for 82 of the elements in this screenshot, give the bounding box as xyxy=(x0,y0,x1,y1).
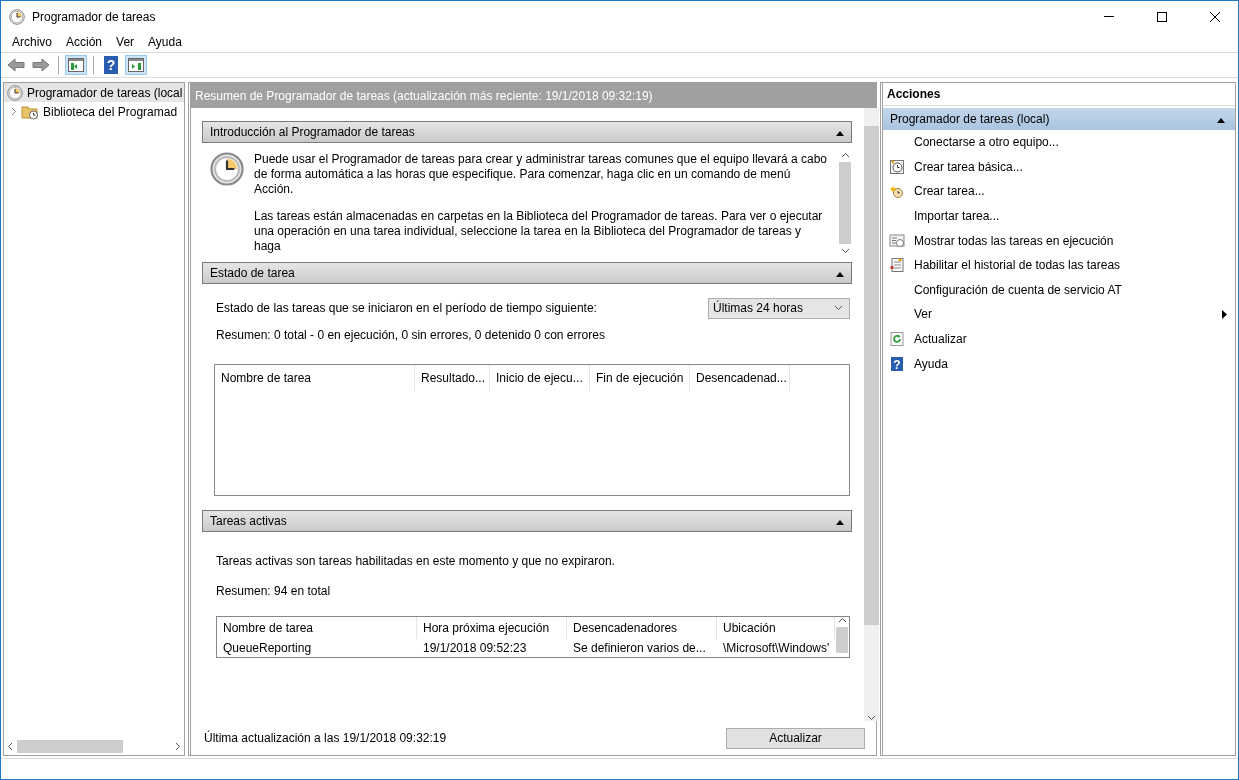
collapse-icon[interactable] xyxy=(836,272,844,277)
pane-header: Resumen de Programador de tareas (actualización más reciente: 19/1/2018 09:32:19) xyxy=(191,83,876,108)
window-title: Programador de tareas xyxy=(32,9,157,24)
table-cell-text: 19/1/2018 09:52:23 xyxy=(422,640,528,657)
vertical-scrollbar[interactable] xyxy=(838,152,852,254)
maximize-icon xyxy=(1157,11,1167,22)
active-tasks-summary: Resumen: 94 en total xyxy=(216,584,331,598)
column-header[interactable]: Nombre de tarea xyxy=(217,617,417,639)
period-dropdown[interactable]: Últimas 24 horas xyxy=(708,297,850,319)
actions-title: Acciones xyxy=(883,83,1235,106)
scroll-up-icon[interactable] xyxy=(840,152,850,158)
tree-item[interactable]: Programador de tareas (local xyxy=(4,83,184,102)
intro-paragraph: Las tareas están almacenadas en carpetas en la Biblioteca del Programador de tareas. Para ver o ejecutar una operación en una tarea individual, seleccione la tarea en la Biblioteca del Programador de tareas y haga xyxy=(254,209,824,254)
action-item[interactable]: Conectarse a otro equipo... xyxy=(883,130,1235,155)
action-group-header[interactable]: Programador de tareas (local) xyxy=(883,108,1235,130)
collapse-icon[interactable] xyxy=(1217,118,1225,123)
clock-page-icon xyxy=(889,158,905,175)
folder-clock-icon xyxy=(21,103,39,120)
scroll-up-icon[interactable] xyxy=(837,617,847,623)
scroll-down-icon[interactable] xyxy=(840,248,850,254)
section-title: Estado de tarea xyxy=(210,266,295,280)
forward-arrow-icon xyxy=(32,58,50,72)
menu-item[interactable]: Ver xyxy=(109,35,142,49)
chevron-right-icon[interactable] xyxy=(11,107,17,116)
clock-icon xyxy=(7,84,23,101)
help-icon: ? xyxy=(889,355,905,372)
period-label: Estado de las tareas que se iniciaron en el período de tiempo siguiente: xyxy=(216,301,597,315)
column-header[interactable]: Nombre de tarea xyxy=(215,365,415,391)
column-header[interactable]: Desencadenad... xyxy=(690,365,790,391)
clock-list-icon xyxy=(889,232,905,249)
action-item[interactable]: Actualizar xyxy=(883,326,1235,352)
action-pane-toggle-button[interactable] xyxy=(125,55,147,75)
close-icon xyxy=(1210,11,1220,22)
refresh-icon xyxy=(889,331,905,348)
tree-item[interactable]: Biblioteca del Programad xyxy=(4,102,184,121)
clock-icon xyxy=(9,8,25,25)
section-title: Tareas activas xyxy=(210,514,287,528)
status-summary: Resumen: 0 total - 0 en ejecución, 0 sin errores, 0 detenido 0 con errores xyxy=(216,328,605,342)
section-title: Introducción al Programador de tareas xyxy=(210,125,415,139)
section-header[interactable]: Introducción al Programador de tareas xyxy=(202,121,852,143)
active-tasks-description: Tareas activas son tareas habilitadas en este momento y que no expiraron. xyxy=(216,554,615,568)
table-cell-text: \Microsoft\Windows' xyxy=(722,640,831,657)
column-header[interactable]: Hora próxima ejecución xyxy=(417,617,567,639)
section-header[interactable]: Estado de tarea xyxy=(202,262,852,284)
action-item[interactable]: Crear tarea básica... xyxy=(883,154,1235,180)
collapse-icon[interactable] xyxy=(836,131,844,136)
action-item[interactable]: Habilitar el historial de todas las tareas xyxy=(883,252,1235,278)
column-header[interactable]: Inicio de ejecu... xyxy=(490,365,590,391)
column-header[interactable]: Desencadenadores xyxy=(567,617,717,639)
log-page-icon xyxy=(889,257,905,274)
action-item[interactable]: Mostrar todas las tareas en ejecución xyxy=(883,228,1235,253)
action-item[interactable]: Configuración de cuenta de servicio AT xyxy=(883,277,1235,303)
back-arrow-icon xyxy=(7,58,25,72)
table-cell-text: Se definieron varios de... xyxy=(572,640,707,657)
action-item[interactable]: ? Ayuda xyxy=(883,351,1235,376)
menu-item[interactable]: Acción xyxy=(59,35,110,49)
last-update-text: Última actualización a las 19/1/2018 09:32:19 xyxy=(204,731,447,745)
action-item[interactable]: Crear tarea... xyxy=(883,179,1235,204)
scroll-down-icon[interactable] xyxy=(867,715,876,721)
forward-button[interactable] xyxy=(30,55,52,75)
vertical-scrollbar[interactable] xyxy=(864,108,879,721)
column-header[interactable]: Resultado... xyxy=(415,365,490,391)
action-item[interactable]: Importar tarea... xyxy=(883,203,1235,229)
clock-icon xyxy=(210,152,244,186)
column-header[interactable]: Fin de ejecución xyxy=(590,365,690,391)
pane-icon xyxy=(68,58,84,72)
pane-icon xyxy=(128,58,144,72)
back-button[interactable] xyxy=(5,55,27,75)
tree-pane-toggle-button[interactable] xyxy=(65,55,87,75)
menu-item[interactable]: Ayuda xyxy=(141,35,189,49)
refresh-button[interactable]: Actualizar xyxy=(726,727,865,749)
dropdown-chevron-icon[interactable] xyxy=(834,305,843,311)
column-header[interactable]: Ubicación xyxy=(717,617,835,639)
scroll-left-icon[interactable] xyxy=(7,742,13,751)
table-cell-text: QueueReporting xyxy=(222,640,313,657)
section-header[interactable]: Tareas activas xyxy=(202,510,852,532)
menu-item[interactable]: Archivo xyxy=(5,35,59,49)
collapse-icon[interactable] xyxy=(836,520,844,525)
scroll-right-icon[interactable] xyxy=(175,742,181,751)
minimize-icon xyxy=(1104,16,1114,17)
action-item[interactable]: Ver xyxy=(883,302,1235,327)
intro-paragraph: Puede usar el Programador de tareas para crear y administrar tareas comunes que el equipo llevará a cabo de forma automática a las horas que especifique. Para comenzar, haga clic en un comando de menú Acción. xyxy=(254,152,828,197)
